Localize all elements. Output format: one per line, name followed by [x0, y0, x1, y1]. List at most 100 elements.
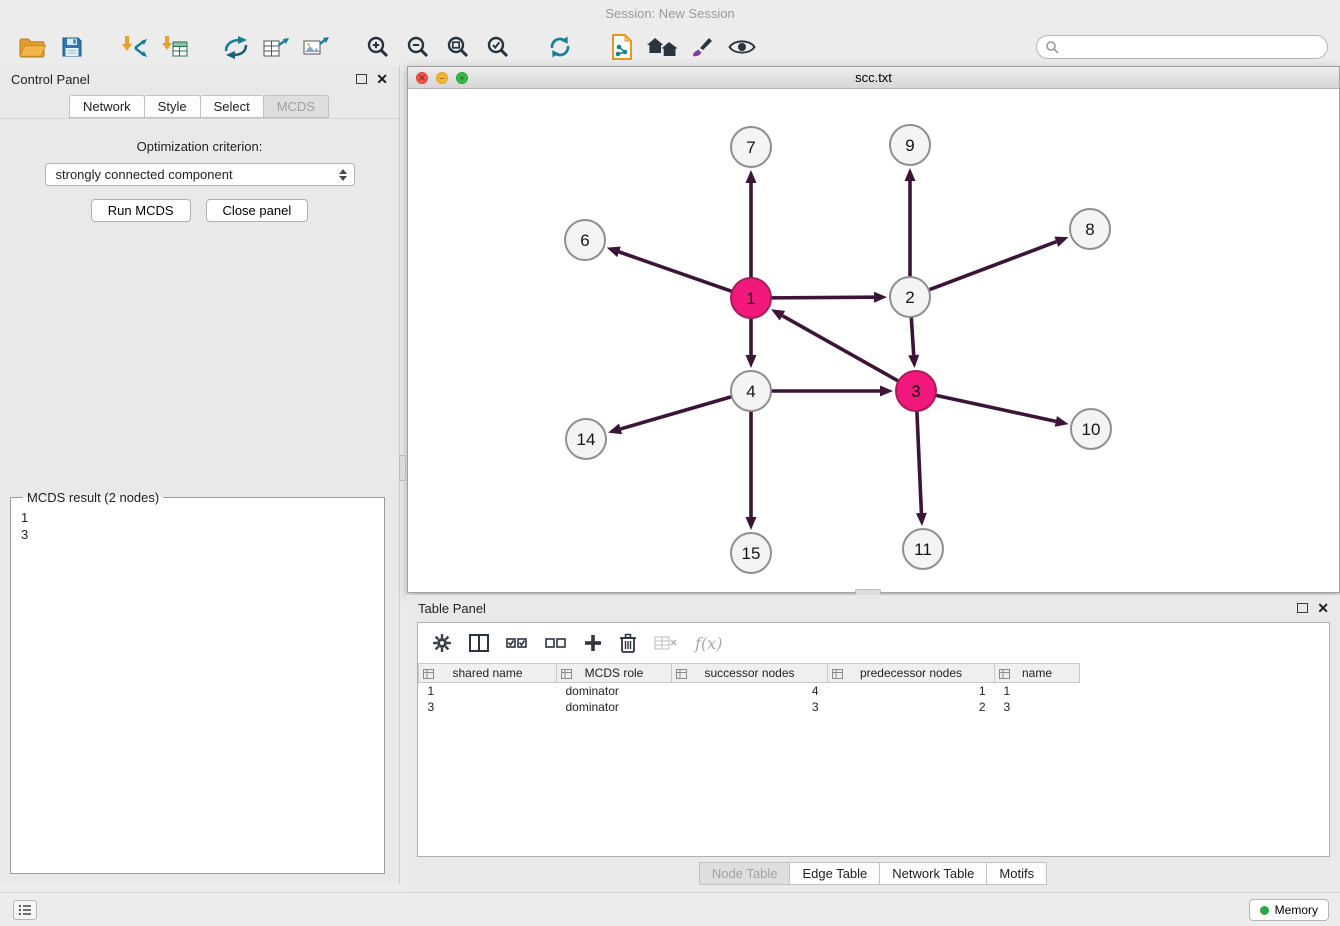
criterion-dropdown[interactable]: strongly connected component	[45, 163, 355, 186]
table-toolbar: f(x)	[418, 623, 1329, 663]
float-panel-icon[interactable]	[356, 74, 367, 84]
graph-edge-3-10[interactable]	[936, 395, 1056, 421]
table-cell[interactable]: dominator	[557, 699, 672, 715]
export-network-button[interactable]	[216, 30, 256, 64]
graph-node-8[interactable]: 8	[1070, 209, 1110, 249]
graph-node-4[interactable]: 4	[731, 371, 771, 411]
table-cell[interactable]: 1	[419, 683, 557, 699]
open-session-button[interactable]	[12, 30, 52, 64]
svg-text:9: 9	[905, 136, 914, 155]
graph-node-11[interactable]: 11	[903, 529, 943, 569]
show-hide-button[interactable]	[722, 30, 762, 64]
tab-mcds[interactable]: MCDS	[263, 95, 329, 118]
select-all-button[interactable]	[506, 636, 528, 650]
graph-edge-2-8[interactable]	[929, 242, 1057, 290]
table-cell[interactable]: dominator	[557, 683, 672, 699]
tab-motifs[interactable]: Motifs	[986, 862, 1047, 885]
graph-node-14[interactable]: 14	[566, 419, 606, 459]
close-table-panel-icon[interactable]: ✕	[1317, 603, 1329, 613]
column-label: shared name	[423, 666, 552, 680]
table-settings-button[interactable]	[432, 633, 452, 653]
network-file-button[interactable]	[602, 30, 642, 64]
delete-column-button[interactable]	[654, 635, 678, 651]
search-input[interactable]	[1064, 40, 1319, 55]
graph-edge-1-6[interactable]	[619, 252, 732, 292]
network-window: ✕ – + scc.txt 7 9 6 8 1 2 4 3 14 10 15 11	[407, 66, 1340, 593]
home-button[interactable]	[642, 30, 682, 64]
add-column-button[interactable]	[584, 634, 602, 652]
save-session-button[interactable]	[52, 30, 92, 64]
style-brush-icon	[690, 35, 714, 59]
gear-icon	[432, 633, 452, 653]
export-image-button[interactable]	[296, 30, 336, 64]
graph-node-10[interactable]: 10	[1071, 409, 1111, 449]
deselect-all-button[interactable]	[545, 636, 567, 650]
graph-node-2[interactable]: 2	[890, 277, 930, 317]
close-window-icon[interactable]: ✕	[416, 72, 428, 84]
memory-button[interactable]: Memory	[1249, 899, 1329, 921]
column-header-MCDS-role[interactable]: MCDS role	[557, 664, 672, 683]
zoom-selected-button[interactable]	[478, 30, 518, 64]
graph-node-3[interactable]: 3	[896, 371, 936, 411]
table-cell[interactable]: 3	[995, 699, 1080, 715]
trash-icon	[619, 633, 637, 653]
apply-function-button[interactable]: f(x)	[695, 634, 722, 653]
minimize-window-icon[interactable]: –	[436, 72, 448, 84]
import-table-button[interactable]	[154, 30, 194, 64]
column-label: name	[999, 666, 1075, 680]
svg-text:1: 1	[746, 289, 755, 308]
svg-text:3: 3	[911, 382, 920, 401]
zoom-fit-button[interactable]	[438, 30, 478, 64]
zoom-out-button[interactable]	[398, 30, 438, 64]
table-row[interactable]: 3dominator323	[419, 699, 1080, 715]
zoom-in-icon	[366, 35, 390, 59]
delete-row-button[interactable]	[619, 633, 637, 653]
export-table-button[interactable]	[256, 30, 296, 64]
tab-network-table[interactable]: Network Table	[879, 862, 987, 885]
export-network-icon	[223, 35, 249, 59]
column-header-successor-nodes[interactable]: successor nodes	[672, 664, 828, 683]
table-row[interactable]: 1dominator411	[419, 683, 1080, 699]
column-header-shared-name[interactable]: shared name	[419, 664, 557, 683]
tab-network[interactable]: Network	[69, 95, 145, 118]
show-columns-button[interactable]	[469, 634, 489, 652]
graph-node-15[interactable]: 15	[731, 533, 771, 573]
table-cell[interactable]: 3	[419, 699, 557, 715]
graph-node-6[interactable]: 6	[565, 220, 605, 260]
graph-edge-1-2[interactable]	[771, 297, 874, 298]
tab-style[interactable]: Style	[144, 95, 201, 118]
task-history-button[interactable]	[13, 900, 37, 920]
zoom-in-button[interactable]	[358, 30, 398, 64]
maximize-window-icon[interactable]: +	[456, 72, 468, 84]
tab-node-table[interactable]: Node Table	[699, 862, 791, 885]
run-mcds-button[interactable]: Run MCDS	[91, 199, 191, 222]
graph-arrowhead-icon	[1055, 416, 1069, 427]
home-icon	[646, 36, 678, 58]
vertical-splitter[interactable]	[399, 455, 406, 481]
table-cell[interactable]: 2	[828, 699, 995, 715]
import-network-button[interactable]	[114, 30, 154, 64]
table-cell[interactable]: 1	[828, 683, 995, 699]
graph-node-1[interactable]: 1	[731, 278, 771, 318]
close-panel-button[interactable]: Close panel	[206, 199, 309, 222]
tab-select[interactable]: Select	[200, 95, 264, 118]
network-window-titlebar[interactable]: ✕ – + scc.txt	[408, 67, 1339, 89]
graph-edge-4-14[interactable]	[621, 397, 732, 429]
close-panel-icon[interactable]: ✕	[376, 74, 388, 84]
refresh-view-button[interactable]	[540, 30, 580, 64]
style-brush-button[interactable]	[682, 30, 722, 64]
graph-edge-3-1[interactable]	[782, 316, 898, 382]
column-header-name[interactable]: name	[995, 664, 1080, 683]
graph-node-7[interactable]: 7	[731, 127, 771, 167]
table-cell[interactable]: 3	[672, 699, 828, 715]
tab-edge-table[interactable]: Edge Table	[789, 862, 880, 885]
network-canvas[interactable]: 7 9 6 8 1 2 4 3 14 10 15 11	[408, 89, 1339, 592]
graph-edge-2-3[interactable]	[911, 317, 913, 355]
table-cell[interactable]: 1	[995, 683, 1080, 699]
table-cell[interactable]: 4	[672, 683, 828, 699]
column-header-predecessor-nodes[interactable]: predecessor nodes	[828, 664, 995, 683]
graph-node-9[interactable]: 9	[890, 125, 930, 165]
float-table-panel-icon[interactable]	[1297, 603, 1308, 613]
graph-arrowhead-icon	[1054, 237, 1068, 247]
graph-edge-3-11[interactable]	[917, 411, 922, 513]
